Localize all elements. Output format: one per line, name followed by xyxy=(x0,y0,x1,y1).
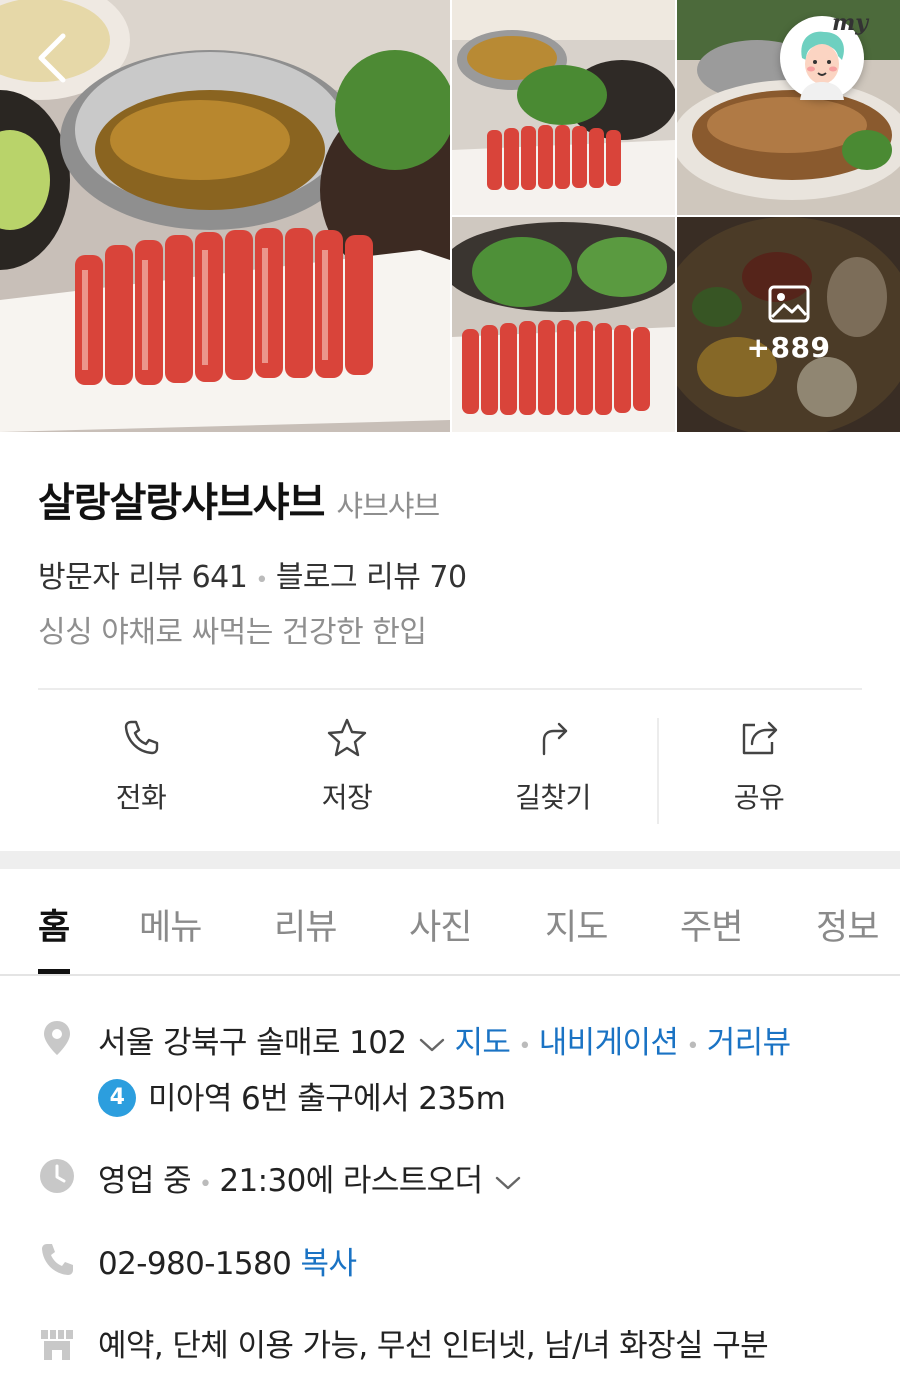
save-button[interactable]: 저장 xyxy=(244,716,450,826)
save-label: 저장 xyxy=(321,781,373,814)
tab-home[interactable]: 홈 xyxy=(38,899,70,950)
store-icon xyxy=(41,1330,73,1360)
share-label: 공유 xyxy=(733,781,785,814)
map-link[interactable]: 지도 xyxy=(455,1025,511,1061)
back-arrow-icon xyxy=(38,33,66,83)
tab-photos[interactable]: 사진 xyxy=(409,899,472,950)
call-label: 전화 xyxy=(115,781,167,814)
subway-info: 4 미아역 6번 출구에서 235m xyxy=(98,1073,506,1120)
chevron-down-icon[interactable] xyxy=(495,1175,521,1191)
place-tagline: 싱싱 야채로 싸먹는 건강한 한입 xyxy=(38,615,427,650)
street-view-link[interactable]: 거리뷰 xyxy=(707,1025,791,1061)
last-order-text: 21:30에 라스트오더 xyxy=(219,1163,483,1199)
tab-reviews[interactable]: 리뷰 xyxy=(274,899,337,950)
directions-label: 길찾기 xyxy=(515,781,591,814)
subway-line-badge: 4 xyxy=(98,1078,136,1117)
place-title: 살랑살랑샤브샤브 샤브샤브 xyxy=(38,470,440,528)
phone-row: 02-980-1580 복사 xyxy=(0,1238,900,1286)
photo-gallery: +889 my xyxy=(0,0,900,432)
share-button[interactable]: 공유 xyxy=(656,716,862,826)
tab-info[interactable]: 정보 xyxy=(816,899,879,950)
copy-phone-button[interactable]: 복사 xyxy=(301,1246,357,1282)
action-bar: 전화 저장 길찾기 공유 xyxy=(38,716,862,826)
star-icon xyxy=(327,718,367,757)
place-name: 살랑살랑샤브샤브 xyxy=(38,480,325,526)
separator-dot: • xyxy=(199,1172,212,1197)
amenities-row: 예약, 단체 이용 가능, 무선 인터넷, 남/녀 화장실 구분 xyxy=(0,1320,900,1368)
tab-menu[interactable]: 메뉴 xyxy=(139,899,202,950)
subway-text: 미아역 6번 출구에서 235m xyxy=(148,1081,506,1117)
location-pin-icon xyxy=(44,1021,70,1055)
back-button[interactable] xyxy=(28,28,76,88)
separator-dot: • xyxy=(686,1034,699,1059)
hours-row[interactable]: 영업 중 • 21:30에 라스트오더 xyxy=(0,1155,900,1203)
directions-button[interactable]: 길찾기 xyxy=(450,716,656,826)
tab-map[interactable]: 지도 xyxy=(545,899,608,950)
open-status: 영업 중 xyxy=(98,1163,192,1199)
call-button[interactable]: 전화 xyxy=(38,716,244,826)
phone-icon xyxy=(124,720,159,755)
more-photos-count: +889 xyxy=(746,331,831,364)
navigation-link[interactable]: 내비게이션 xyxy=(539,1025,679,1061)
more-photos-overlay: +889 xyxy=(677,217,900,432)
address-row: 서울 강북구 솔매로 102 지도 • 내비게이션 • 거리뷰 4 미아역 6번 출구에서 … xyxy=(0,1015,900,1125)
visitor-reviews-link[interactable]: 방문자 리뷰 641 xyxy=(38,560,248,595)
clock-icon xyxy=(40,1159,74,1193)
gallery-photo-4[interactable] xyxy=(452,217,675,432)
separator-dot: • xyxy=(518,1034,531,1059)
review-counts: 방문자 리뷰 641 • 블로그 리뷰 70 xyxy=(38,552,467,596)
active-tab-indicator xyxy=(38,969,70,974)
phone-number[interactable]: 02-980-1580 xyxy=(98,1246,292,1282)
address-text: 서울 강북구 솔매로 102 xyxy=(98,1025,407,1061)
tab-nearby[interactable]: 주변 xyxy=(680,899,743,950)
amenities-text: 예약, 단체 이용 가능, 무선 인터넷, 남/녀 화장실 구분 xyxy=(98,1328,769,1364)
phone-icon xyxy=(42,1244,73,1275)
share-icon xyxy=(742,721,778,755)
gallery-more-photos[interactable]: +889 xyxy=(677,217,900,432)
image-icon xyxy=(768,285,809,323)
place-category: 샤브샤브 xyxy=(336,489,440,523)
tab-bar: 홈 메뉴 리뷰 사진 지도 주변 정보 xyxy=(0,869,900,976)
divider xyxy=(38,688,862,690)
my-profile-button[interactable]: my xyxy=(780,10,868,100)
section-gap xyxy=(0,851,900,869)
chevron-down-icon[interactable] xyxy=(419,1037,445,1053)
directions-icon xyxy=(542,722,568,756)
my-label: my xyxy=(831,10,868,36)
blog-reviews-link[interactable]: 블로그 리뷰 70 xyxy=(276,560,467,595)
separator-dot: • xyxy=(255,568,268,593)
gallery-photo-2[interactable] xyxy=(452,0,675,215)
